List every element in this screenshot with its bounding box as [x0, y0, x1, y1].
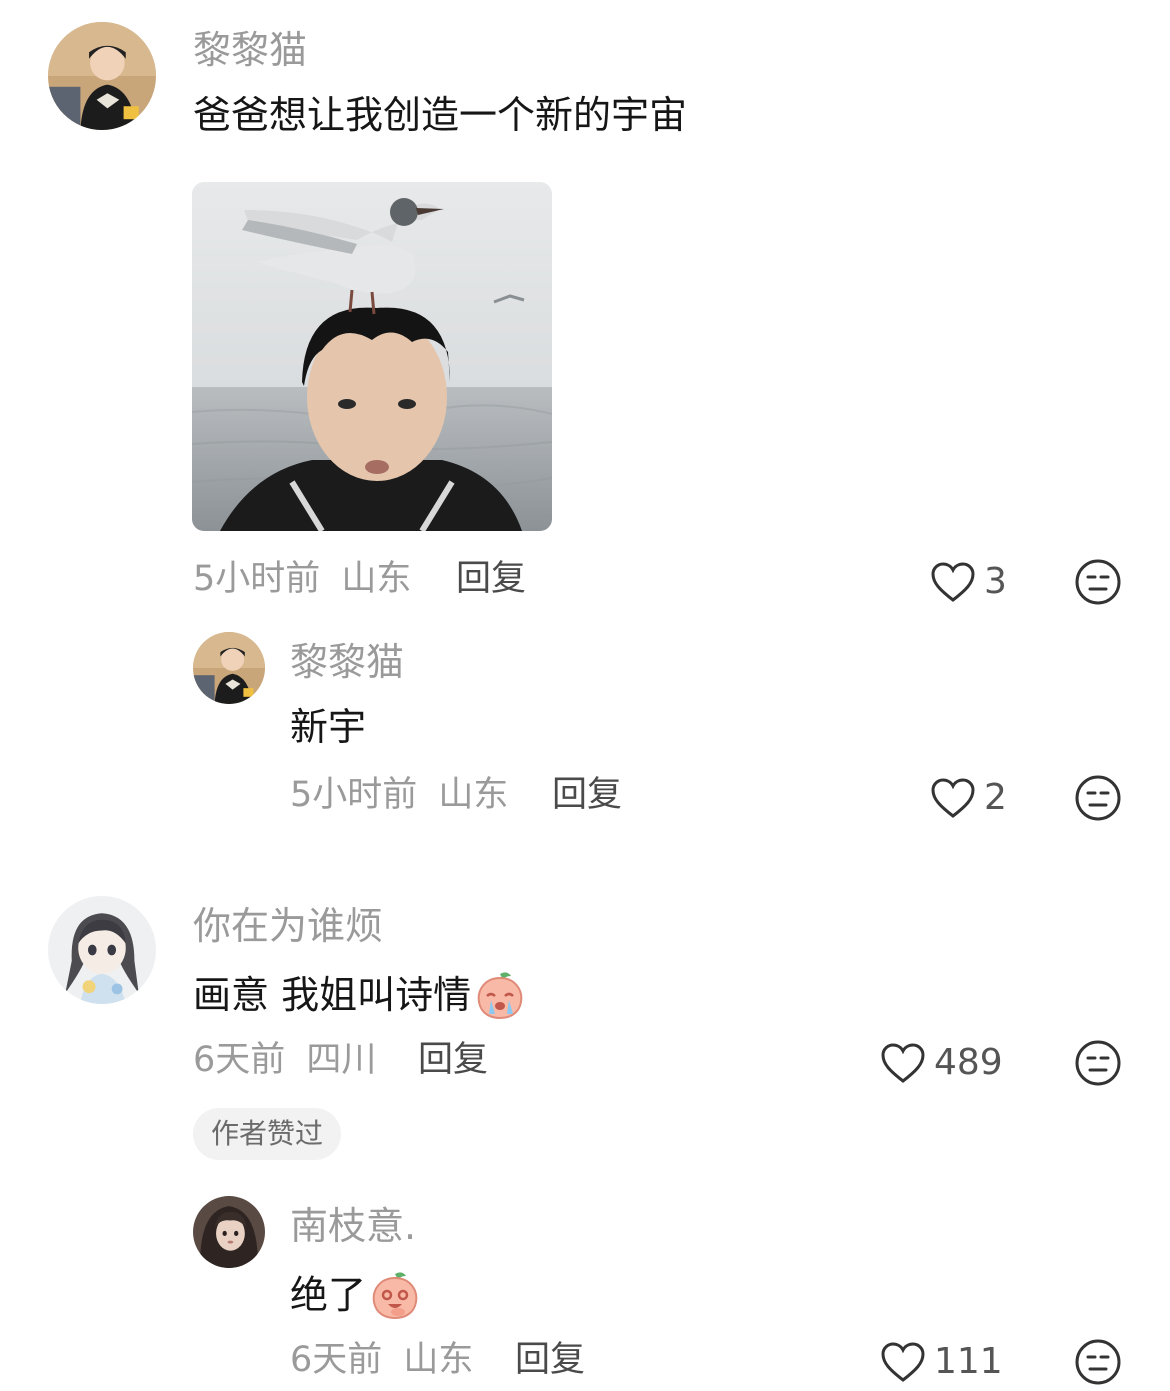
reply-button[interactable]: 回复	[456, 562, 526, 597]
comment-location: 山东	[341, 559, 412, 599]
avatar[interactable]	[193, 632, 265, 704]
comment-location: 山东	[438, 775, 509, 815]
neutral-face-icon	[1075, 1040, 1121, 1086]
comment-text-body: 新宇	[290, 705, 367, 749]
comment-meta: 6天前 四川	[193, 1043, 376, 1078]
comment-text: 画意 我姐叫诗情	[193, 968, 527, 1022]
avatar-image	[48, 896, 156, 1004]
comment-location: 四川	[306, 1040, 377, 1080]
comment-text-body: 画意 我姐叫诗情	[193, 973, 472, 1017]
username[interactable]: 黎黎猫	[290, 643, 404, 681]
like-button[interactable]: 489	[880, 1038, 1003, 1088]
like-button[interactable]: 3	[930, 557, 1007, 607]
avatar[interactable]	[48, 896, 156, 1004]
like-count: 3	[984, 561, 1007, 602]
heart-icon	[931, 778, 975, 818]
neutral-face-icon	[1075, 559, 1121, 605]
username[interactable]: 你在为谁烦	[193, 907, 383, 945]
laughing-peach-emoji	[372, 1272, 418, 1320]
heart-icon	[931, 562, 975, 602]
avatar-image	[193, 632, 265, 704]
comment-location: 山东	[403, 1340, 474, 1380]
comment-meta: 5小时前 山东	[290, 778, 508, 813]
comment-text: 绝了	[290, 1268, 422, 1322]
comment-image[interactable]	[192, 182, 552, 531]
comment-text-body: 爸爸想让我创造一个新的宇宙	[193, 93, 688, 137]
emoji-reaction-button[interactable]	[1074, 1039, 1122, 1087]
avatar[interactable]	[48, 22, 156, 130]
comment-time: 5小时前	[290, 775, 418, 815]
comment-meta: 6天前 山东	[290, 1343, 473, 1378]
reply-button[interactable]: 回复	[515, 1343, 585, 1378]
emoji-reaction-button[interactable]	[1074, 1338, 1122, 1386]
comment-text-body: 绝了	[290, 1273, 367, 1317]
comment-time: 6天前	[193, 1040, 286, 1080]
comment-text: 新宇	[290, 708, 366, 746]
like-count: 489	[934, 1042, 1003, 1083]
avatar-image	[193, 1196, 265, 1268]
like-button[interactable]: 2	[930, 773, 1007, 823]
seagull-on-head-photo	[192, 182, 552, 531]
neutral-face-icon	[1075, 1339, 1121, 1385]
crying-peach-emoji	[477, 972, 523, 1020]
username[interactable]: 黎黎猫	[193, 31, 307, 69]
heart-icon	[881, 1342, 925, 1382]
emoji-reaction-button[interactable]	[1074, 774, 1122, 822]
reply-button[interactable]: 回复	[418, 1043, 488, 1078]
like-count: 111	[934, 1341, 1003, 1382]
comment-meta: 5小时前 山东	[193, 562, 411, 597]
like-count: 2	[984, 777, 1007, 818]
username[interactable]: 南枝意.	[290, 1207, 416, 1245]
comment-text: 爸爸想让我创造一个新的宇宙	[193, 96, 687, 134]
like-button[interactable]: 111	[880, 1337, 1003, 1387]
comment-time: 6天前	[290, 1340, 383, 1380]
avatar[interactable]	[193, 1196, 265, 1268]
comment-time: 5小时前	[193, 559, 321, 599]
neutral-face-icon	[1075, 775, 1121, 821]
author-liked-badge: 作者赞过	[193, 1108, 342, 1160]
heart-icon	[881, 1043, 925, 1083]
avatar-image	[48, 22, 156, 130]
emoji-reaction-button[interactable]	[1074, 558, 1122, 606]
reply-button[interactable]: 回复	[552, 778, 622, 813]
